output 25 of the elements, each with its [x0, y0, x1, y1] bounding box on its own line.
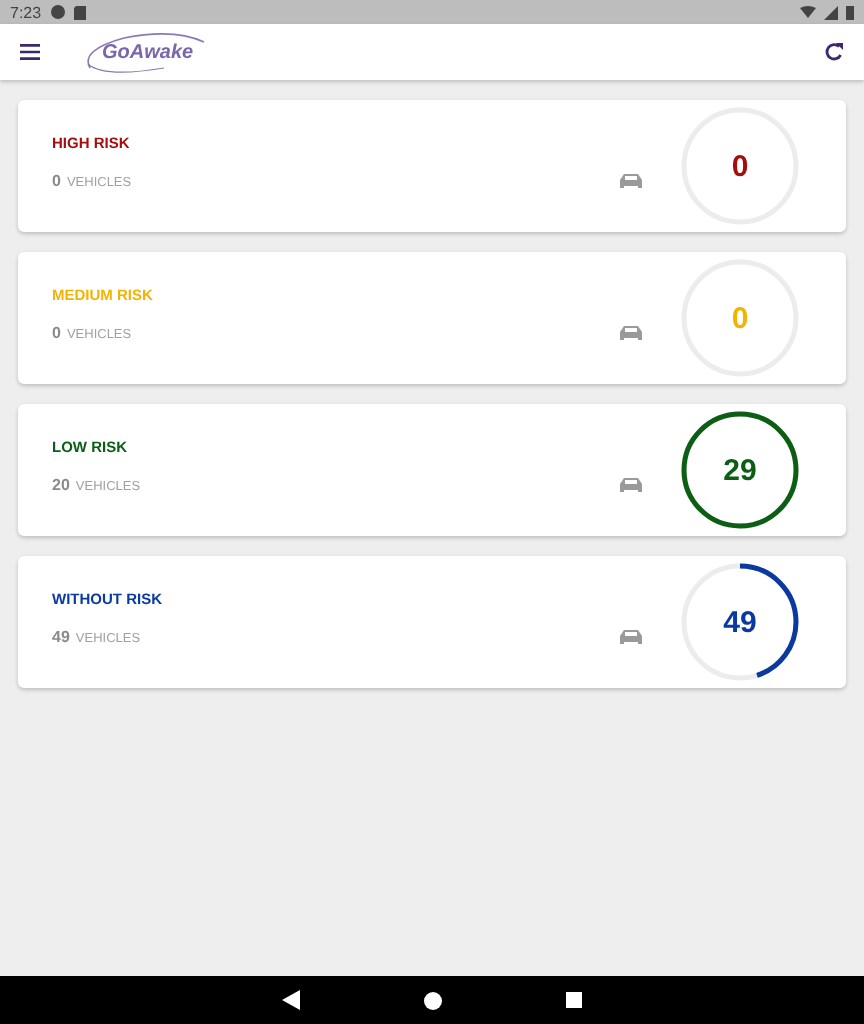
- risk-value: 0: [731, 149, 749, 183]
- signal-icon: [824, 5, 838, 19]
- risk-value: 29: [723, 453, 757, 487]
- car-icon: [620, 323, 642, 341]
- battery-icon: [846, 5, 854, 19]
- sd-card-icon: [73, 5, 86, 19]
- wifi-icon: [800, 6, 816, 18]
- progress-ring: [678, 408, 802, 532]
- app-logo: GoAwake: [84, 30, 212, 74]
- risk-value: 49: [723, 605, 757, 639]
- car-icon: [620, 627, 642, 645]
- home-icon[interactable]: [424, 991, 442, 1009]
- notification-icon: [49, 4, 66, 20]
- car-icon: [620, 475, 642, 493]
- back-icon[interactable]: [282, 990, 300, 1010]
- car-icon: [620, 171, 642, 189]
- status-time: 7:23: [10, 3, 42, 21]
- vehicle-count: 0: [52, 172, 61, 190]
- vehicle-count: 0: [52, 324, 61, 342]
- menu-icon[interactable]: [20, 44, 40, 60]
- progress-ring: [678, 560, 802, 684]
- vehicle-count: 20: [52, 476, 70, 494]
- refresh-icon[interactable]: [824, 42, 844, 62]
- risk-value: 0: [731, 301, 749, 335]
- vehicle-count: 49: [52, 628, 70, 646]
